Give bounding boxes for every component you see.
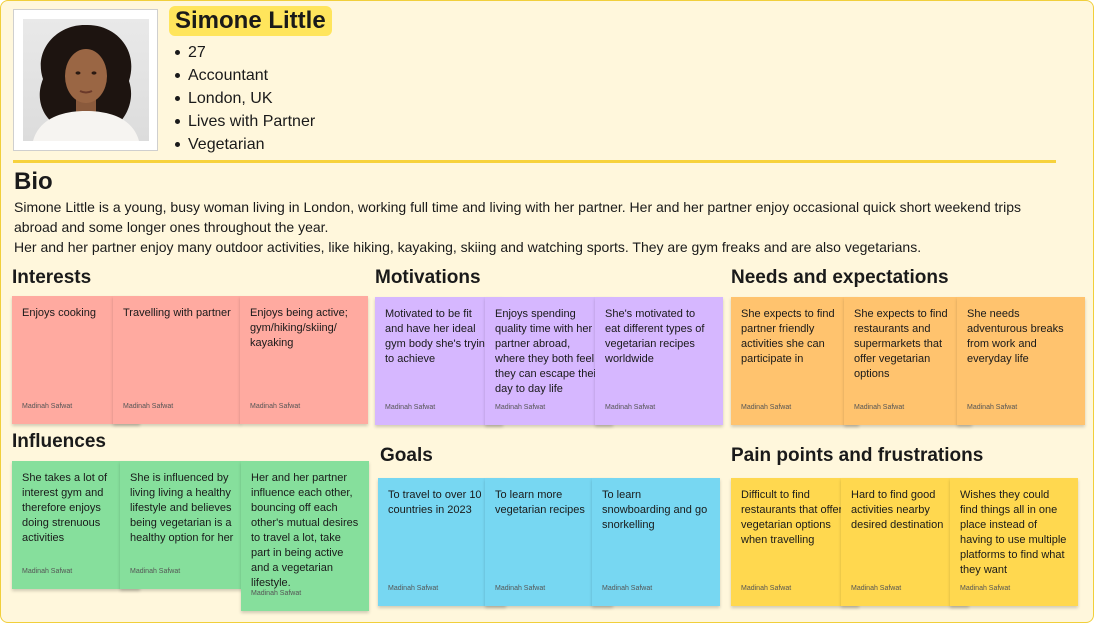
note-text: To travel to over 10 countries in 2023 bbox=[388, 489, 482, 516]
note-author: Madinah Safwat bbox=[123, 403, 174, 410]
sticky-note[interactable]: Her and her partner influence each other… bbox=[241, 461, 369, 611]
persona-board: Simone Little 27 Accountant London, UK L… bbox=[0, 0, 1094, 623]
pain-points-heading: Pain points and frustrations bbox=[731, 445, 984, 466]
fact-location: London, UK bbox=[171, 87, 315, 110]
profile-photo-frame bbox=[13, 9, 158, 151]
note-author: Madinah Safwat bbox=[602, 585, 653, 592]
goals-heading: Goals bbox=[380, 445, 433, 466]
note-text: Motivated to be fit and have her ideal g… bbox=[385, 308, 492, 365]
note-text: Enjoys being active; gym/hiking/skiing/ … bbox=[250, 307, 348, 349]
note-author: Madinah Safwat bbox=[22, 403, 73, 410]
bio-text: Simone Little is a young, busy woman liv… bbox=[14, 197, 1044, 257]
sticky-note[interactable]: Motivated to be fit and have her ideal g… bbox=[375, 297, 503, 425]
fact-diet: Vegetarian bbox=[171, 133, 315, 156]
note-text: She expects to find restaurants and supe… bbox=[854, 308, 948, 380]
note-text: Enjoys spending quality time with her pa… bbox=[495, 308, 600, 395]
note-text: She expects to find partner friendly act… bbox=[741, 308, 835, 365]
bio-heading: Bio bbox=[14, 168, 53, 195]
sticky-note[interactable]: Wishes they could find things all in one… bbox=[950, 478, 1078, 606]
note-author: Madinah Safwat bbox=[741, 585, 792, 592]
influences-heading: Influences bbox=[12, 431, 106, 452]
profile-photo bbox=[23, 19, 149, 141]
note-author: Madinah Safwat bbox=[385, 404, 436, 411]
note-author: Madinah Safwat bbox=[495, 404, 546, 411]
fact-living-situation: Lives with Partner bbox=[171, 110, 315, 133]
sticky-note[interactable]: Travelling with partner Madinah Safwat bbox=[113, 296, 241, 424]
note-author: Madinah Safwat bbox=[495, 585, 546, 592]
interests-heading: Interests bbox=[12, 267, 92, 288]
note-author: Madinah Safwat bbox=[251, 590, 302, 597]
motivations-heading: Motivations bbox=[375, 267, 481, 288]
sticky-note[interactable]: She needs adventurous breaks from work a… bbox=[957, 297, 1085, 425]
sticky-note[interactable]: She's motivated to eat different types o… bbox=[595, 297, 723, 425]
note-text: To learn more vegetarian recipes bbox=[495, 489, 585, 516]
note-author: Madinah Safwat bbox=[851, 585, 902, 592]
note-text: To learn snowboarding and go snorkelling bbox=[602, 489, 708, 531]
note-author: Madinah Safwat bbox=[741, 404, 792, 411]
note-text: Hard to find good activities nearby desi… bbox=[851, 489, 944, 531]
note-author: Madinah Safwat bbox=[967, 404, 1018, 411]
note-author: Madinah Safwat bbox=[388, 585, 439, 592]
note-text: She is influenced by living living a hea… bbox=[130, 472, 234, 544]
note-text: Travelling with partner bbox=[123, 307, 231, 319]
fact-occupation: Accountant bbox=[171, 64, 315, 87]
sticky-note[interactable]: Difficult to find restaurants that offer… bbox=[731, 478, 859, 606]
sticky-note[interactable]: Enjoys spending quality time with her pa… bbox=[485, 297, 613, 425]
note-text: Her and her partner influence each other… bbox=[251, 472, 359, 589]
fact-age: 27 bbox=[171, 41, 315, 64]
sticky-note[interactable]: She expects to find partner friendly act… bbox=[731, 297, 859, 425]
note-author: Madinah Safwat bbox=[960, 585, 1011, 592]
note-text: Difficult to find restaurants that offer… bbox=[741, 489, 843, 546]
bio-paragraph: Simone Little is a young, busy woman liv… bbox=[14, 199, 1021, 235]
persona-name: Simone Little bbox=[169, 6, 332, 36]
sticky-note[interactable]: She is influenced by living living a hea… bbox=[120, 461, 248, 589]
sticky-note[interactable]: She expects to find restaurants and supe… bbox=[844, 297, 972, 425]
sticky-note[interactable]: To learn snowboarding and go snorkelling… bbox=[592, 478, 720, 606]
note-author: Madinah Safwat bbox=[605, 404, 656, 411]
note-text: She takes a lot of interest gym and ther… bbox=[22, 472, 107, 544]
note-text: Wishes they could find things all in one… bbox=[960, 489, 1067, 576]
note-author: Madinah Safwat bbox=[22, 568, 73, 575]
note-author: Madinah Safwat bbox=[130, 568, 181, 575]
note-text: She needs adventurous breaks from work a… bbox=[967, 308, 1064, 365]
note-text: She's motivated to eat different types o… bbox=[605, 308, 705, 365]
sticky-note[interactable]: Enjoys being active; gym/hiking/skiing/ … bbox=[240, 296, 368, 424]
note-author: Madinah Safwat bbox=[854, 404, 905, 411]
note-author: Madinah Safwat bbox=[250, 403, 301, 410]
bio-paragraph: Her and her partner enjoy many outdoor a… bbox=[14, 239, 922, 255]
persona-facts-list: 27 Accountant London, UK Lives with Part… bbox=[171, 41, 315, 156]
needs-heading: Needs and expectations bbox=[731, 267, 949, 288]
header-divider bbox=[13, 160, 1056, 163]
